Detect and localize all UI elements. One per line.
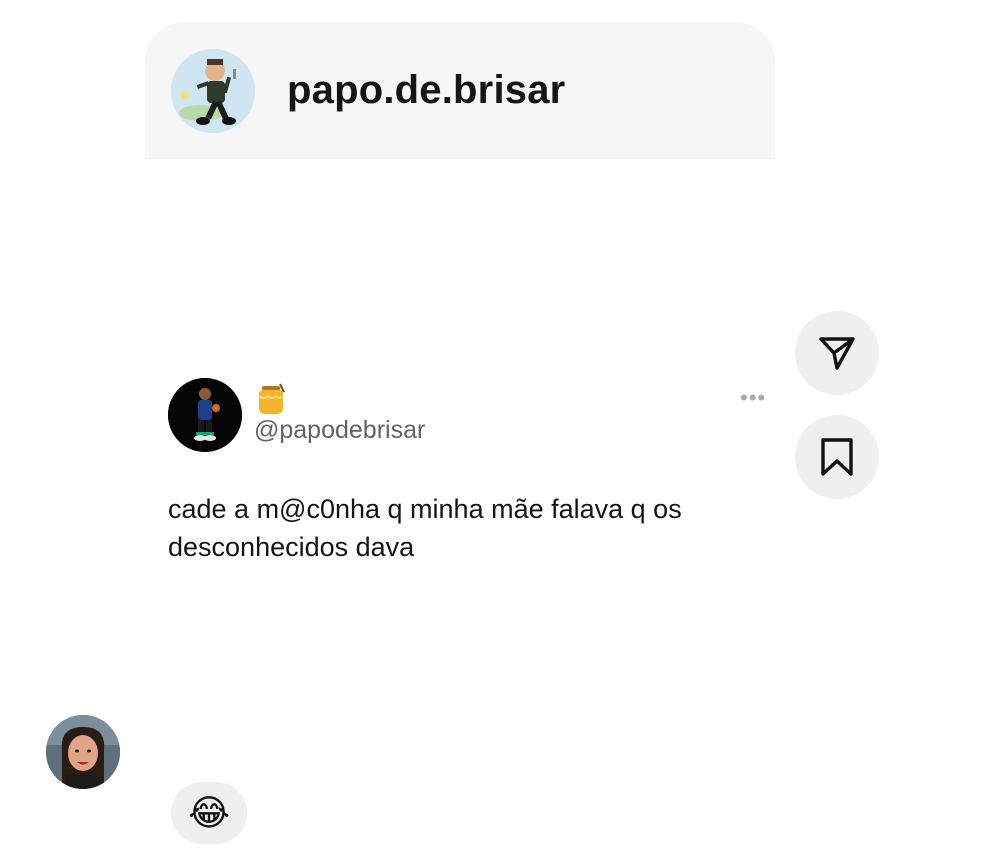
- tweet-handle: @papodebrisar: [254, 416, 426, 444]
- tweet-text: cade a m@c0nha q minha mãe falava q os d…: [168, 494, 682, 562]
- share-button[interactable]: [795, 311, 879, 395]
- send-icon: [819, 337, 855, 370]
- basketball-player-avatar: [168, 378, 242, 452]
- woman-profile-avatar[interactable]: [46, 715, 120, 789]
- honey-pot-icon: [254, 382, 288, 416]
- save-button[interactable]: [795, 415, 879, 499]
- cartoon-character-avatar[interactable]: [171, 49, 255, 133]
- more-options-icon[interactable]: •••: [740, 386, 766, 410]
- reply-emoji-bubble[interactable]: 😂: [171, 782, 247, 844]
- shared-post-header[interactable]: papo.de.brisar: [145, 22, 775, 159]
- shared-post-username[interactable]: papo.de.brisar: [287, 68, 565, 113]
- bookmark-icon: [821, 438, 853, 476]
